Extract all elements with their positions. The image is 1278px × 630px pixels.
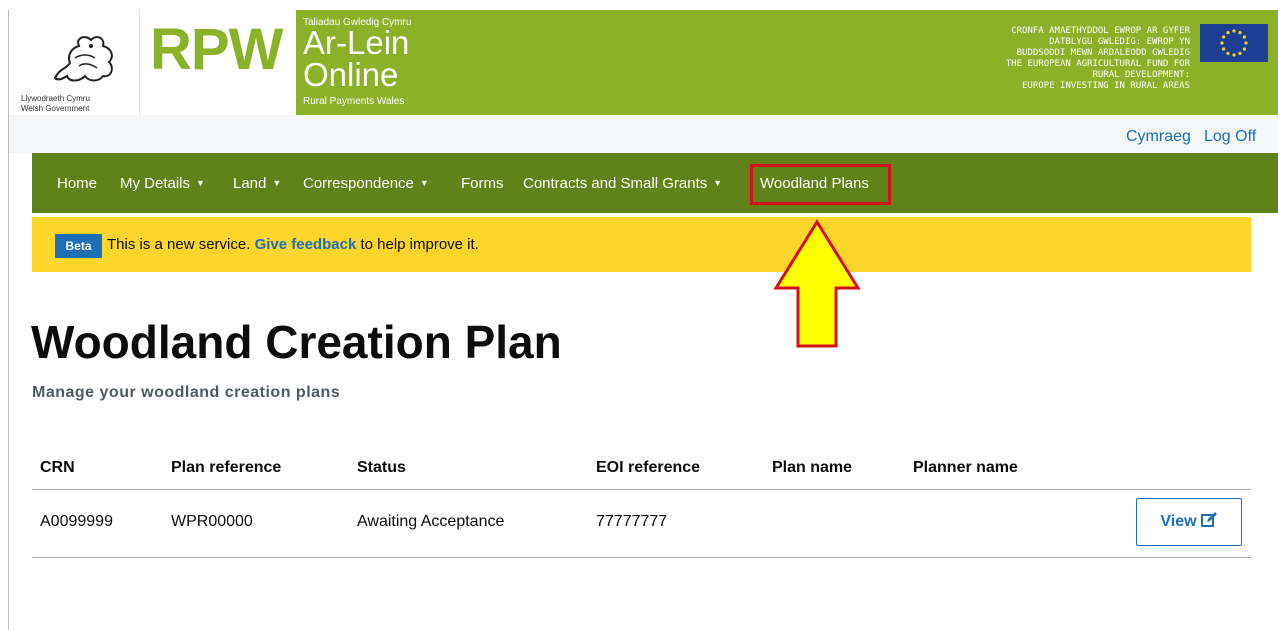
eu-line: DATBLYGU GWLEDIG: EWROP YN (1049, 37, 1190, 47)
cymraeg-link[interactable]: Cymraeg (1126, 128, 1191, 146)
eu-line: THE EUROPEAN AGRICULTURAL FUND FOR (1005, 59, 1190, 69)
nav-item-correspondence[interactable]: Correspondence ▼ (303, 175, 429, 192)
eu-fund-statement: CRONFA AMAETHYDDOL EWROP AR GYFER DATBLY… (910, 26, 1190, 92)
column-header-planner-name: Planner name (913, 459, 1018, 476)
page-top-frame (0, 0, 1278, 10)
log-off-link[interactable]: Log Off (1204, 128, 1256, 146)
cell-status: Awaiting Acceptance (357, 513, 505, 530)
wg-line-english: Welsh Government (21, 104, 90, 113)
cell-plan-reference: WPR00000 (171, 513, 253, 530)
column-header-plan-name: Plan name (772, 459, 853, 476)
nav-item-label: My Details (120, 175, 191, 192)
eu-line: RURAL DEVELOPMENT: (1092, 70, 1190, 80)
eu-line: EUROPE INVESTING IN RURAL AREAS (1022, 81, 1190, 91)
view-button[interactable]: View (1136, 498, 1242, 546)
table-divider (32, 489, 1251, 490)
welsh-dragon-icon (53, 36, 113, 82)
rural-payments-wales-label: Rural Payments Wales (303, 96, 405, 107)
view-button-label: View (1160, 513, 1197, 530)
column-header-plan-reference: Plan reference (171, 459, 282, 476)
nav-item-contracts-and-small-grants[interactable]: Contracts and Small Grants ▼ (523, 175, 722, 192)
chevron-down-icon: ▼ (713, 178, 723, 188)
online-title: Online (303, 56, 399, 93)
nav-item-forms[interactable]: Forms (461, 175, 504, 192)
beta-tag: Beta (55, 234, 102, 258)
column-header-eoi-reference: EOI reference (596, 459, 701, 476)
ar-lein-title: Ar-Lein (303, 24, 410, 61)
nav-item-label: Contracts and Small Grants (523, 175, 708, 192)
up-arrow-icon (773, 219, 861, 348)
language-bar (9, 115, 1278, 153)
chevron-down-icon: ▼ (419, 178, 429, 188)
nav-item-label: Correspondence (303, 175, 414, 192)
wg-line-welsh: Llywodraeth Cymru (21, 94, 90, 103)
welsh-government-logo[interactable]: Llywodraeth Cymru Welsh Government (9, 10, 140, 115)
beta-message: This is a new service. Give feedback to … (107, 236, 479, 253)
eu-line: BUDDSODDI MEWN ARDALEODD GWLEDIG (1016, 48, 1190, 58)
column-header-status: Status (357, 459, 406, 476)
column-header-crn: CRN (40, 459, 75, 476)
nav-item-label: Forms (461, 175, 504, 192)
eu-flag-icon (1200, 24, 1268, 62)
page-subtitle: Manage your woodland creation plans (32, 384, 341, 401)
chevron-down-icon: ▼ (196, 178, 205, 188)
table-divider (32, 557, 1251, 558)
chevron-down-icon: ▼ (272, 178, 282, 188)
nav-item-home[interactable]: Home (57, 175, 97, 192)
edit-icon (1200, 512, 1217, 527)
beta-text-before: This is a new service. (107, 236, 251, 253)
nav-item-label: Land (233, 175, 267, 192)
nav-item-my-details[interactable]: My Details ▼ (120, 175, 205, 192)
nav-item-label: Home (57, 175, 98, 192)
welsh-government-text: Llywodraeth Cymru Welsh Government (21, 94, 131, 114)
cell-eoi-reference: 77777777 (596, 513, 668, 530)
page-title: Woodland Creation Plan (31, 316, 562, 368)
highlight-box (750, 164, 891, 205)
give-feedback-link[interactable]: Give feedback (255, 236, 357, 253)
eu-line: CRONFA AMAETHYDDOL EWROP AR GYFER (1011, 26, 1190, 36)
cell-crn: A0099999 (40, 513, 113, 530)
beta-text-after: to help improve it. (360, 236, 479, 253)
rpw-logo[interactable]: RPW (150, 20, 283, 80)
nav-item-land[interactable]: Land ▼ (233, 175, 281, 192)
